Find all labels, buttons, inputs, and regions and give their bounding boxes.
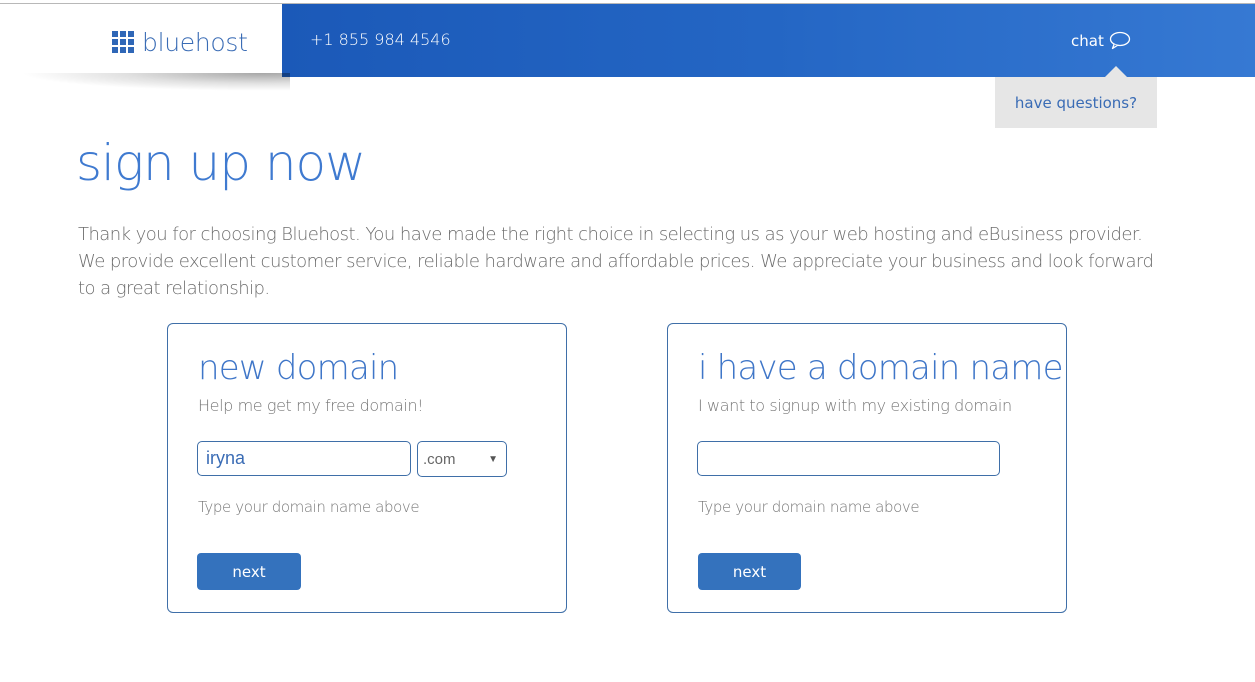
chat-label: chat: [1071, 31, 1104, 50]
input-hint: Type your domain name above: [698, 498, 920, 516]
tooltip-caret: [1105, 66, 1127, 77]
card-subtitle: I want to signup with my existing domain: [698, 396, 1012, 415]
card-title: i have a domain name: [698, 348, 1064, 388]
site-header: bluehost +1 855 984 4546 chat: [0, 4, 1255, 77]
bluehost-logo[interactable]: bluehost: [112, 26, 248, 58]
phone-number[interactable]: +1 855 984 4546: [310, 30, 451, 49]
page-title: sign up now: [76, 134, 366, 192]
new-domain-next-button[interactable]: next: [197, 553, 301, 590]
new-domain-input[interactable]: [197, 441, 411, 476]
intro-text: Thank you for choosing Bluehost. You hav…: [78, 224, 1154, 299]
speech-bubble-icon: [1109, 31, 1130, 50]
tld-selected-value: .com: [423, 450, 456, 468]
logo-text: bluehost: [142, 27, 248, 57]
chat-button[interactable]: chat: [1071, 31, 1131, 50]
card-subtitle: Help me get my free domain!: [198, 396, 424, 415]
logo-panel: bluehost: [0, 4, 282, 77]
new-domain-card: new domain Help me get my free domain! .…: [167, 323, 567, 613]
caret-down-icon: ▼: [488, 453, 498, 465]
have-questions-tooltip[interactable]: have questions?: [995, 77, 1157, 128]
card-title: new domain: [198, 348, 399, 388]
grid-icon: [112, 31, 134, 53]
existing-domain-card: i have a domain name I want to signup wi…: [667, 323, 1067, 613]
existing-domain-next-button[interactable]: next: [698, 553, 801, 590]
input-hint: Type your domain name above: [198, 498, 420, 516]
existing-domain-input[interactable]: [697, 441, 1000, 476]
tld-select[interactable]: .com ▼: [417, 441, 507, 477]
